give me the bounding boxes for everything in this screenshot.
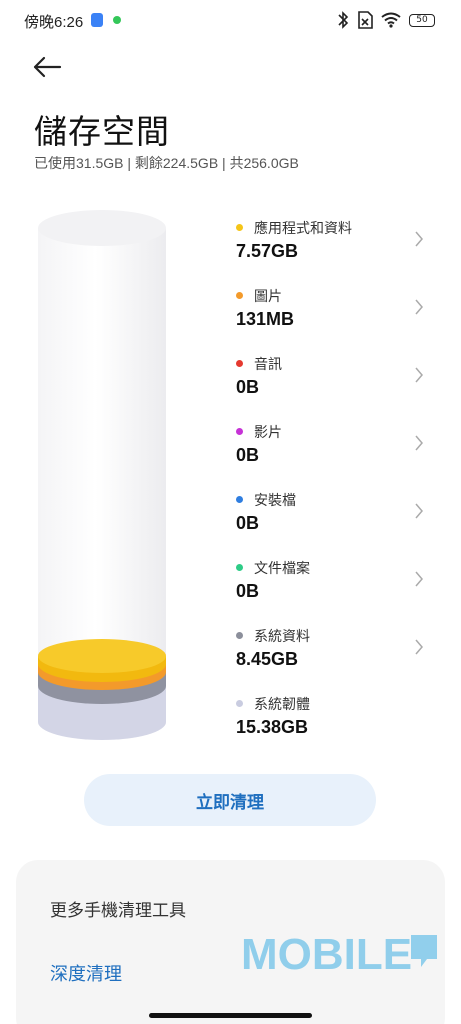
chevron-right-icon (415, 503, 423, 519)
audio-color-dot (236, 360, 243, 367)
category-value: 8.45GB (236, 649, 299, 669)
no-sim-icon (358, 11, 373, 29)
category-pictures[interactable]: 圖片 131MB (232, 280, 432, 340)
category-apps[interactable]: 應用程式和資料 7.57GB (232, 212, 432, 272)
battery-icon: 50 (409, 13, 435, 27)
watermark-text: MOBILE (241, 930, 412, 977)
notification-dot-icon (113, 16, 121, 24)
category-label: 音訊 (254, 356, 282, 372)
category-label: 影片 (254, 424, 282, 440)
back-arrow-icon[interactable] (30, 52, 64, 82)
documents-color-dot (236, 564, 243, 571)
video-color-dot (236, 428, 243, 435)
storage-summary: 已使用31.5GB | 剩餘224.5GB | 共256.0GB (34, 155, 299, 171)
system-firmware-color-dot (236, 700, 243, 707)
apps-color-dot (236, 224, 243, 231)
bluetooth-notification-icon (91, 13, 103, 27)
category-value: 0B (236, 581, 260, 601)
status-icons: 50 (337, 10, 435, 30)
watermark-logo: MOBILE (241, 930, 437, 977)
wifi-icon (381, 12, 401, 28)
category-label: 系統韌體 (254, 696, 310, 712)
page-title: 儲存空間 (34, 113, 170, 150)
deep-clean-link[interactable]: 深度清理 (50, 960, 122, 986)
category-value: 0B (236, 513, 260, 533)
category-value: 0B (236, 377, 260, 397)
category-label: 文件檔案 (254, 560, 310, 576)
category-value: 131MB (236, 309, 295, 329)
more-tools-card: 更多手機清理工具 深度清理 MOBILE (16, 860, 445, 1024)
chevron-right-icon (415, 299, 423, 315)
chevron-right-icon (415, 367, 423, 383)
status-time: 傍晚6:26 (24, 14, 84, 31)
category-audio[interactable]: 音訊 0B (232, 348, 432, 408)
home-indicator[interactable] (149, 1013, 312, 1018)
category-label: 安裝檔 (254, 492, 296, 508)
category-value: 0B (236, 445, 260, 465)
pictures-color-dot (236, 292, 243, 299)
chevron-right-icon (415, 435, 423, 451)
category-video[interactable]: 影片 0B (232, 416, 432, 476)
system-data-color-dot (236, 632, 243, 639)
category-label: 圖片 (254, 288, 282, 304)
chevron-right-icon (415, 639, 423, 655)
category-value: 7.57GB (236, 241, 299, 261)
category-value: 15.38GB (236, 717, 309, 737)
category-label: 應用程式和資料 (254, 220, 352, 236)
category-install-packages[interactable]: 安裝檔 0B (232, 484, 432, 544)
chevron-right-icon (415, 231, 423, 247)
more-tools-title: 更多手機清理工具 (50, 901, 186, 920)
category-label: 系統資料 (254, 628, 310, 644)
category-documents[interactable]: 文件檔案 0B (232, 552, 432, 612)
chevron-right-icon (415, 571, 423, 587)
storage-cylinder-graphic (38, 210, 166, 740)
install-packages-color-dot (236, 496, 243, 503)
bluetooth-icon (338, 11, 349, 29)
category-system-data[interactable]: 系統資料 8.45GB (232, 620, 432, 680)
status-bar: 傍晚6:26 50 (0, 0, 461, 40)
category-system-firmware: 系統韌體 15.38GB (232, 688, 432, 748)
clean-now-button[interactable]: 立即清理 (84, 774, 376, 826)
